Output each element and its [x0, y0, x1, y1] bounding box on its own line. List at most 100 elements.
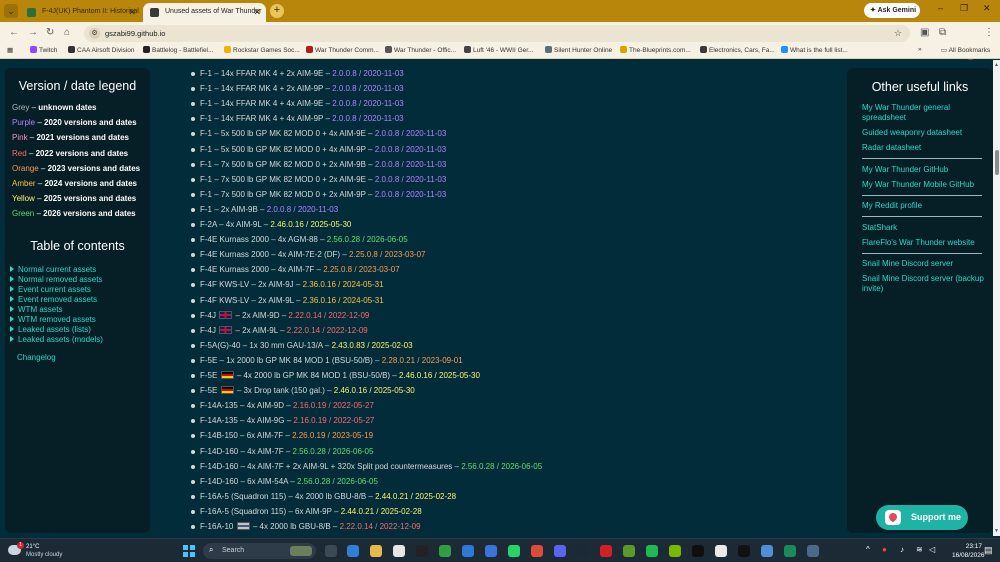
new-tab-button[interactable]: +: [270, 4, 284, 18]
expand-triangle-icon[interactable]: [10, 326, 14, 332]
scroll-down-icon[interactable]: ▼: [994, 528, 999, 534]
vpn-icon[interactable]: [761, 545, 773, 557]
expand-triangle-icon[interactable]: [10, 336, 14, 342]
spotify-icon[interactable]: [646, 545, 658, 557]
bookmark-battlelog[interactable]: Battlelog - Battlefiel...: [143, 46, 213, 54]
ask-gemini-button[interactable]: ✦ Ask Gemini: [864, 3, 920, 18]
expand-triangle-icon[interactable]: [10, 276, 14, 282]
wifi-icon[interactable]: ≋: [916, 545, 923, 554]
extensions-puzzle-icon[interactable]: ⧉: [939, 27, 946, 38]
link-radar-datasheet[interactable]: Radar datasheet: [862, 143, 987, 153]
tray-app-icon[interactable]: ●: [882, 545, 887, 554]
weather-widget[interactable]: 1 21°C Mostly cloudy: [8, 542, 88, 560]
tab-unused-assets[interactable]: Unused assets of War Thunder ✕: [143, 3, 266, 22]
link-wt-mobile-github[interactable]: My War Thunder Mobile GitHub: [862, 180, 987, 190]
omnibox[interactable]: ⚙ gszabi99.github.io ☆: [84, 25, 910, 42]
bookmark-full-list[interactable]: What is the full list...: [781, 46, 848, 54]
task-view-icon[interactable]: [325, 545, 337, 557]
bookmark-wt-official[interactable]: War Thunder - Offic...: [385, 46, 456, 54]
expand-triangle-icon[interactable]: [10, 316, 14, 322]
copilot-icon[interactable]: [347, 545, 359, 557]
chrome-icon[interactable]: [531, 545, 543, 557]
discord-icon[interactable]: [554, 545, 566, 557]
bookmark-wt-community[interactable]: War Thunder Comm...: [306, 46, 379, 54]
tab-phantom[interactable]: F-4J(UK) Phantom II: Historical ✕: [20, 3, 141, 22]
link-reddit-profile[interactable]: My Reddit profile: [862, 201, 987, 211]
changelog-link[interactable]: Changelog: [17, 353, 56, 362]
back-arrow-icon[interactable]: ←: [9, 27, 19, 38]
bookmark-blueprints[interactable]: The-Blueprints.com...: [620, 46, 691, 54]
store-icon[interactable]: [393, 545, 405, 557]
toc-item[interactable]: Normal current assets: [10, 265, 96, 274]
toc-item[interactable]: Event current assets: [10, 285, 91, 294]
tray-overflow-icon[interactable]: ^: [866, 545, 870, 554]
support-me-button[interactable]: Support me: [876, 505, 968, 530]
windows-start-icon[interactable]: [183, 545, 195, 557]
scrollbar-thumb[interactable]: [995, 150, 999, 175]
bookmark-rockstar[interactable]: Rockstar Games Soc...: [224, 46, 300, 54]
link-flareflo[interactable]: FlareFlo's War Thunder website: [862, 238, 987, 248]
toc-item[interactable]: Event removed assets: [10, 295, 97, 304]
expand-triangle-icon[interactable]: [10, 296, 14, 302]
epic-games-icon[interactable]: [416, 545, 428, 557]
settings-icon[interactable]: [715, 545, 727, 557]
toc-item-label[interactable]: Leaked assets (models): [18, 335, 103, 344]
link-snail-discord-backup[interactable]: Snail Mine Discord server (backup invite…: [862, 274, 987, 293]
scroll-up-icon[interactable]: ▲: [994, 62, 999, 68]
microphone-icon[interactable]: ♪: [900, 545, 904, 554]
toc-item-label[interactable]: WTM removed assets: [18, 315, 96, 324]
mail-icon[interactable]: [485, 545, 497, 557]
tab-close-icon[interactable]: ✕: [128, 7, 136, 18]
tab-close-icon[interactable]: ✕: [253, 7, 261, 18]
whatsapp-icon[interactable]: [508, 545, 520, 557]
site-info-icon[interactable]: ⚙: [89, 28, 100, 39]
url-text[interactable]: gszabi99.github.io: [105, 29, 165, 38]
expand-triangle-icon[interactable]: [10, 266, 14, 272]
toc-item-label[interactable]: Event removed assets: [18, 295, 97, 304]
expand-triangle-icon[interactable]: [10, 306, 14, 312]
home-icon[interactable]: ⌂: [64, 27, 70, 38]
pinned-app-icon[interactable]: [807, 545, 819, 557]
toc-item[interactable]: Leaked assets (models): [10, 335, 103, 344]
toc-item[interactable]: WTM removed assets: [10, 315, 96, 324]
toc-item-label[interactable]: Normal current assets: [18, 265, 96, 274]
opera-icon[interactable]: [600, 545, 612, 557]
minimize-button[interactable]: –: [938, 3, 943, 13]
toc-item-label[interactable]: Leaked assets (lists): [18, 325, 91, 334]
bookmark-silent-hunter[interactable]: Silent Hunter Online: [545, 46, 612, 54]
toc-item-label[interactable]: WTM assets: [18, 305, 62, 314]
browser-menu-icon[interactable]: ⋮: [984, 27, 994, 38]
calculator-icon[interactable]: [462, 545, 474, 557]
xbox-icon[interactable]: [439, 545, 451, 557]
tab-search-button[interactable]: ⌄: [4, 4, 18, 18]
app-icon[interactable]: [784, 545, 796, 557]
expand-triangle-icon[interactable]: [10, 286, 14, 292]
link-snail-discord[interactable]: Snail Mine Discord server: [862, 259, 987, 269]
more-bookmarks-icon[interactable]: »: [918, 46, 922, 53]
link-statshark[interactable]: StatShark: [862, 223, 987, 233]
reload-icon[interactable]: ↻: [46, 27, 54, 38]
restore-button[interactable]: ❐: [960, 3, 968, 14]
steam-icon[interactable]: [577, 545, 589, 557]
bookmark-caa[interactable]: CAA Airsoft Division: [68, 46, 134, 54]
notification-bell-icon[interactable]: ▤: [984, 545, 993, 556]
geforce-icon[interactable]: [669, 545, 681, 557]
terminal-icon[interactable]: [738, 545, 750, 557]
taskbar-search[interactable]: ⌕ Search: [203, 543, 316, 559]
bookmark-electronics[interactable]: Electronics, Cars, Fa...: [700, 46, 775, 54]
bookmark-luft46[interactable]: Luft '46 - WWII Ger...: [464, 46, 533, 54]
bookmark-twitch[interactable]: Twitch: [30, 46, 57, 54]
bookmark-star-icon[interactable]: ☆: [894, 28, 902, 39]
toc-item-label[interactable]: Normal removed assets: [18, 275, 102, 284]
close-window-button[interactable]: ✕: [983, 3, 991, 14]
file-explorer-icon[interactable]: [370, 545, 382, 557]
apps-grid-icon[interactable]: ▦: [7, 46, 13, 54]
extension-icon[interactable]: ▣: [920, 27, 929, 38]
link-wt-github[interactable]: My War Thunder GitHub: [862, 165, 987, 175]
clock[interactable]: 23:17 16/08/2026: [952, 542, 985, 560]
vertical-scrollbar[interactable]: [993, 60, 1000, 536]
link-guided-weaponry[interactable]: Guided weaponry datasheet: [862, 128, 987, 138]
minecraft-icon[interactable]: [623, 545, 635, 557]
toc-item[interactable]: WTM assets: [10, 305, 62, 314]
all-bookmarks-folder[interactable]: ▭ All Bookmarks: [941, 46, 990, 54]
